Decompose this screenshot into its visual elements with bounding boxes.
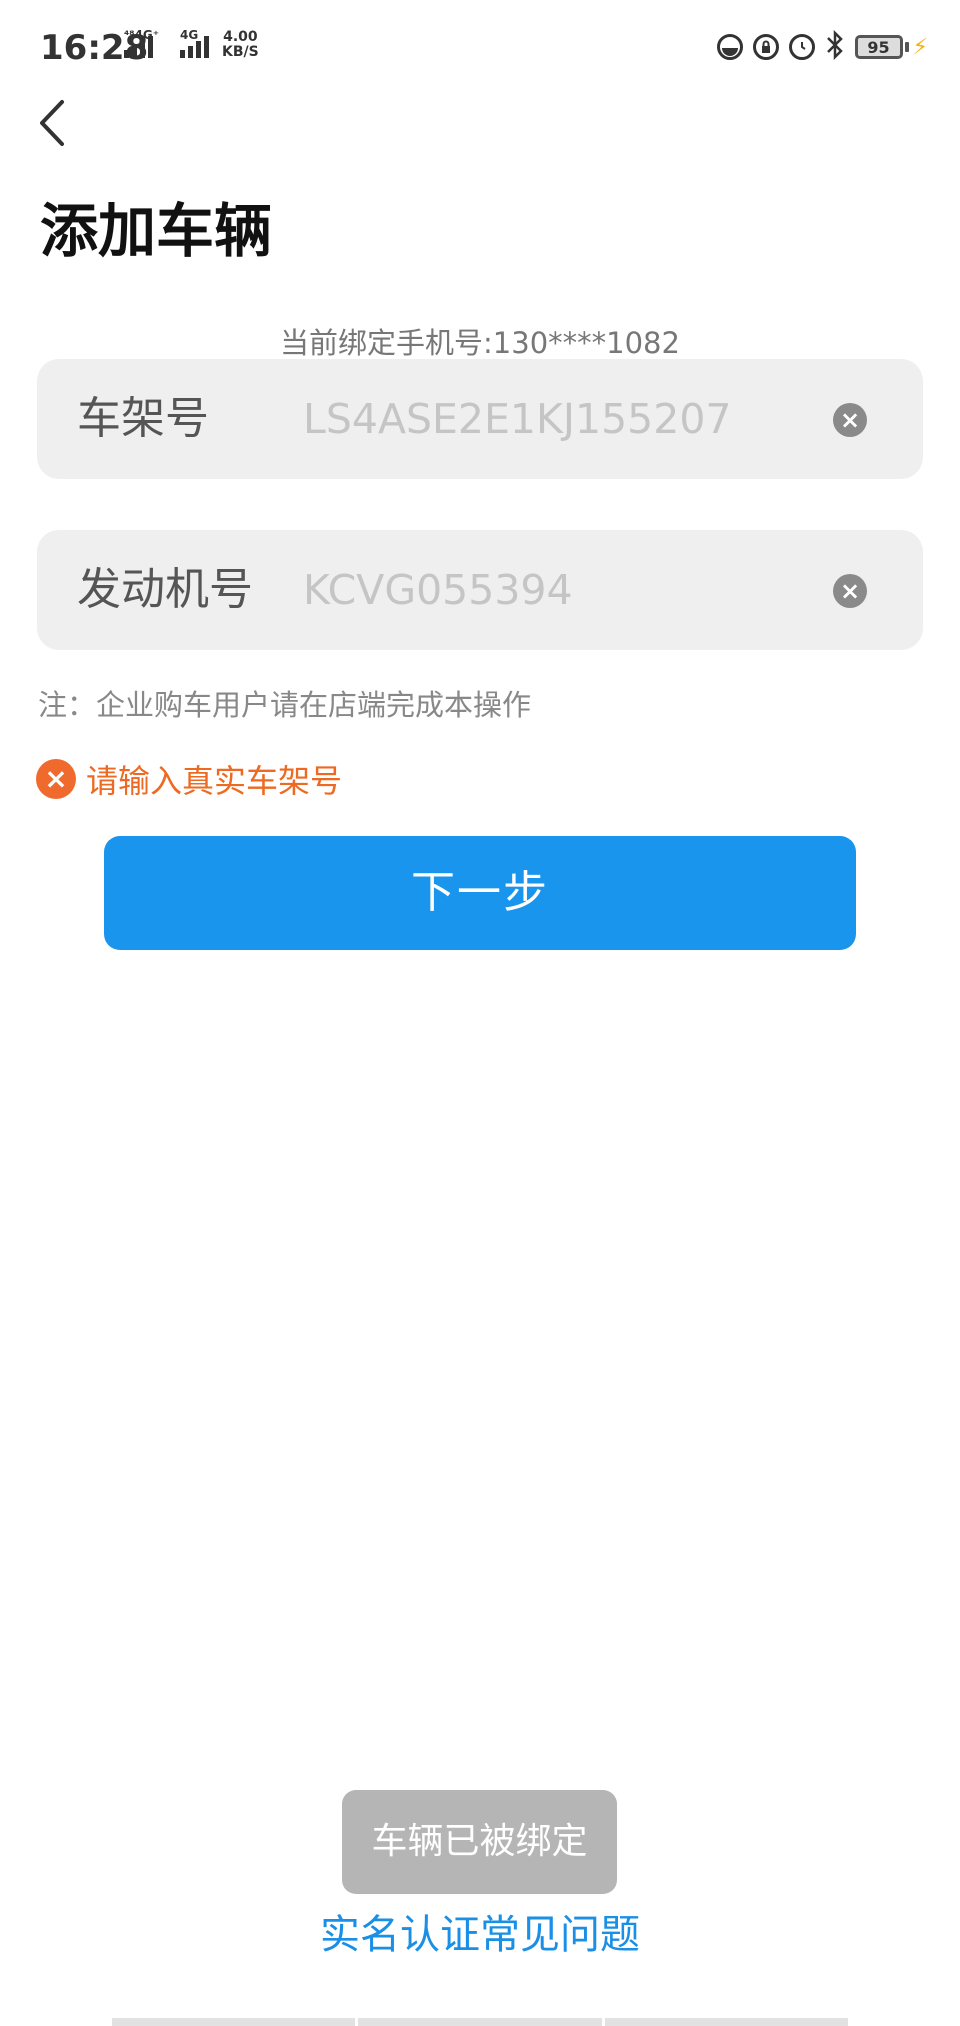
bluetooth-icon [825, 29, 845, 64]
rotation-lock-icon [752, 34, 779, 60]
toast-message: 车辆已被绑定 [342, 1790, 617, 1894]
sim2-network-label: 4G [180, 28, 199, 42]
engine-number-field[interactable]: 发动机号 KCVG055394 × [37, 530, 923, 650]
alarm-icon [788, 34, 815, 60]
sim1-network-label: ⁴⁸4G⁺ [124, 28, 160, 42]
enterprise-note: 注：企业购车用户请在店端完成本操作 [38, 688, 532, 722]
signal-sim2-icon: 4G [180, 28, 209, 58]
next-step-button[interactable]: 下一步 [104, 836, 856, 950]
data-saver-icon [716, 34, 743, 60]
back-button[interactable] [34, 98, 74, 148]
network-speed: 4.00 KB/S [222, 30, 259, 60]
network-speed-value: 4.00 [223, 29, 258, 45]
engine-number-clear-icon[interactable]: × [833, 574, 867, 608]
network-speed-unit: KB/S [222, 44, 259, 60]
bottom-tab-strip [112, 2018, 848, 2026]
back-arrow-icon [40, 100, 64, 146]
bound-phone-text: 当前绑定手机号:130****1082 [280, 326, 680, 360]
engine-number-input[interactable]: KCVG055394 [303, 530, 573, 650]
battery-level: 95 [854, 35, 903, 59]
battery-icon: 95 ⚡ [854, 34, 928, 60]
signal-sim1-icon: ⁴⁸4G⁺ [124, 28, 159, 58]
error-icon: × [36, 759, 76, 799]
vin-field[interactable]: 车架号 LS4ASE2E1KJ155207 × [37, 359, 923, 479]
engine-number-label: 发动机号 [77, 564, 253, 615]
charging-icon: ⚡ [912, 34, 928, 60]
status-icons: 95 ⚡ [716, 29, 928, 64]
error-text: 请输入真实车架号 [86, 762, 343, 800]
faq-link[interactable]: 实名认证常见问题 [0, 1902, 960, 1960]
error-message: × 请输入真实车架号 [36, 756, 342, 802]
vin-input[interactable]: LS4ASE2E1KJ155207 [303, 359, 732, 479]
vin-clear-icon[interactable]: × [833, 403, 867, 437]
page-title: 添加车辆 [40, 197, 273, 265]
vin-label: 车架号 [77, 393, 209, 444]
